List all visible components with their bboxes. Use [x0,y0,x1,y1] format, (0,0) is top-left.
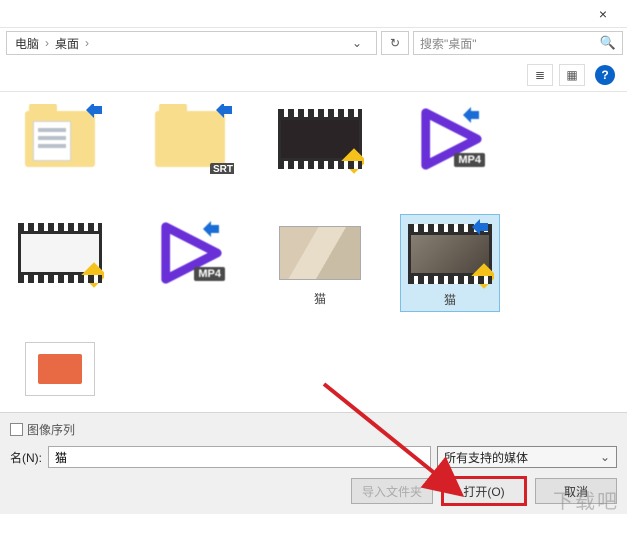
search-icon: 🔍 [600,35,616,51]
file-grid: SRT MP4 MP4 [0,92,627,412]
refresh-button[interactable]: ↻ [381,31,409,55]
file-item-folder[interactable] [10,100,110,196]
address-row: 电脑 › 桌面 › ⌄ ↻ 搜索"桌面" 🔍 [0,28,627,58]
chevron-down-icon: ⌄ [600,450,610,464]
filename-label: 名(N): [10,449,42,466]
file-item-image-cat[interactable]: 猫 [270,214,370,312]
file-label: 猫 [274,292,366,306]
file-label [404,178,496,192]
checkbox-label: 图像序列 [27,421,75,438]
file-label [14,178,106,192]
breadcrumb-part[interactable]: 桌面 [55,35,79,52]
video-thumb-icon [16,218,104,288]
video-thumb-icon [276,104,364,174]
breadcrumb[interactable]: 电脑 › 桌面 › ⌄ [6,31,377,55]
chevron-right-icon: › [85,36,89,50]
title-bar: × [0,0,627,28]
view-grid-button[interactable]: ▦ [559,64,585,86]
play-icon: MP4 [146,218,234,288]
view-switch: ≣ ▦ [527,64,585,86]
file-item-video[interactable] [270,100,370,196]
checkbox-icon [10,423,23,436]
file-label: 猫 [405,293,495,307]
mp4-badge-icon: MP4 [454,153,485,167]
dialog-footer: 图像序列 名(N): 猫 所有支持的媒体 ⌄ 导入文件夹 打开(O) 取消 [0,412,627,514]
buttons-row: 导入文件夹 打开(O) 取消 [10,478,617,504]
file-item-document[interactable] [10,330,110,426]
cancel-button[interactable]: 取消 [535,478,617,504]
mp4-badge-icon: MP4 [194,267,225,281]
view-list-button[interactable]: ≣ [527,64,553,86]
chevron-down-icon[interactable]: ⌄ [346,36,368,50]
close-icon[interactable]: × [589,2,617,26]
file-label [274,178,366,192]
file-item-mp4[interactable]: MP4 [400,100,500,196]
file-item-folder-srt[interactable]: SRT [140,100,240,196]
play-icon: MP4 [406,104,494,174]
file-item-video-cat-selected[interactable]: 猫 [400,214,500,312]
file-item-video[interactable] [10,214,110,312]
file-label [14,408,106,422]
filetype-value: 所有支持的媒体 [444,449,528,466]
filename-input[interactable]: 猫 [48,446,431,468]
filetype-select[interactable]: 所有支持的媒体 ⌄ [437,446,617,468]
search-placeholder: 搜索"桌面" [420,35,477,52]
import-folder-button[interactable]: 导入文件夹 [351,478,433,504]
refresh-icon: ↻ [390,36,400,50]
breadcrumb-part[interactable]: 电脑 [15,35,39,52]
help-icon[interactable]: ? [595,65,615,85]
folder-icon: SRT [146,104,234,174]
open-button[interactable]: 打开(O) [443,478,525,504]
filename-value: 猫 [55,449,67,466]
search-input[interactable]: 搜索"桌面" 🔍 [413,31,623,55]
folder-icon [16,104,104,174]
chevron-right-icon: › [45,36,49,50]
file-label [144,292,236,306]
filename-row: 名(N): 猫 所有支持的媒体 ⌄ [10,446,617,468]
file-label [14,292,106,306]
srt-badge-icon: SRT [210,163,234,174]
file-label [144,178,236,192]
doc-thumb-icon [16,334,104,404]
toolbar: ≣ ▦ ? [0,58,627,92]
video-thumb-icon [406,219,494,289]
file-item-mp4[interactable]: MP4 [140,214,240,312]
image-thumb-icon [276,218,364,288]
